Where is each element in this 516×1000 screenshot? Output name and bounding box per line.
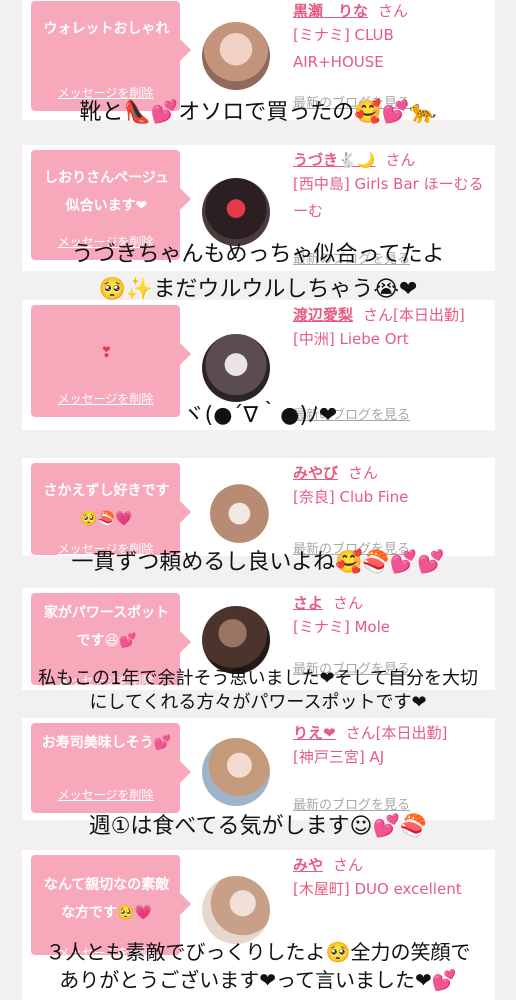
overlay-caption: ありがとうございます❤って言いました❤💕 bbox=[59, 968, 457, 992]
profile-name-link[interactable]: 黒瀬 りな bbox=[293, 2, 368, 20]
message-card: お寿司美味しそう💕 メッセージを削除 りえ❤ さん[本日出勤] [神戸三宮] AJ… bbox=[22, 718, 495, 820]
profile-info: りえ❤ さん[本日出勤] [神戸三宮] AJ bbox=[293, 722, 489, 771]
message-text: お寿司美味しそう💕 bbox=[41, 735, 172, 751]
honorific: さん bbox=[378, 2, 409, 20]
avatar[interactable] bbox=[202, 483, 270, 551]
overlay-caption: 週①は食べてる気がします☺💕🍣 bbox=[88, 814, 428, 839]
delete-message-link[interactable]: メッセージを削除 bbox=[31, 786, 180, 803]
shop-name: [ミナミ] CLUB AIR+HOUSE bbox=[293, 26, 394, 71]
overlay-caption: ヾ(●´∇｀●)ﾉ❤ bbox=[182, 403, 338, 428]
profile-name-link[interactable]: みやび bbox=[293, 464, 338, 482]
message-bubble: ウォレットおしゃれ メッセージを削除 bbox=[31, 1, 191, 111]
shop-name: [中洲] Liebe Ort bbox=[293, 330, 409, 348]
working-today-badge: [本日出勤] bbox=[375, 724, 448, 742]
profile-info: みや さん [木屋町] DUO excellent bbox=[293, 854, 489, 903]
overlay-caption: にしてくれる方々がパワースポットです❤ bbox=[89, 692, 427, 713]
message-text: さかえずし好きです🥺🍣💗 bbox=[43, 483, 170, 527]
shop-name: [奈良] Club Fine bbox=[293, 488, 409, 506]
honorific: さん bbox=[363, 306, 394, 324]
profile-info: みやび さん [奈良] Club Fine bbox=[293, 462, 489, 511]
message-bubble: さかえずし好きです🥺🍣💗 メッセージを削除 bbox=[31, 463, 191, 556]
overlay-caption: 靴と👠💕オソロで買ったの🥰💕🐆 bbox=[79, 100, 437, 125]
message-text: ❣ bbox=[100, 345, 113, 361]
working-today-badge: [本日出勤] bbox=[393, 306, 465, 324]
honorific: さん bbox=[333, 856, 364, 874]
message-text: なんて親切なの素敵な方です🥺💗 bbox=[43, 877, 170, 921]
overlay-caption: 一貫ずつ頼めるし良いよね🥰🍣💕💕 bbox=[71, 550, 445, 575]
message-text: しおりさんページュ似合います❤ bbox=[44, 170, 169, 214]
message-text: ウォレットおしゃれ bbox=[43, 21, 170, 37]
shop-name: [ミナミ] Mole bbox=[293, 618, 390, 636]
shop-name: [木屋町] DUO excellent bbox=[293, 880, 462, 898]
overlay-caption: 私もこの1年で余計そう思いました❤そして自分を大切 bbox=[38, 668, 478, 689]
message-card: さかえずし好きです🥺🍣💗 メッセージを削除 みやび さん [奈良] Club Fi… bbox=[22, 458, 495, 557]
avatar[interactable] bbox=[202, 876, 270, 944]
profile-info: 渡辺愛梨 さん[本日出勤] [中洲] Liebe Ort bbox=[293, 304, 489, 353]
honorific: さん bbox=[385, 151, 416, 169]
message-text: 家がパワースポットです😆💕 bbox=[43, 605, 170, 649]
overlay-caption: うづきちゃんもめっちゃ似合ってたよ bbox=[71, 242, 445, 267]
avatar[interactable] bbox=[202, 22, 270, 90]
honorific: さん bbox=[348, 464, 379, 482]
profile-name-link[interactable]: さよ bbox=[293, 594, 323, 612]
avatar[interactable] bbox=[202, 738, 270, 806]
profile-info: うづき🐇🌙 さん [西中島] Girls Bar ほーむるーむ bbox=[293, 149, 489, 225]
message-bubble: お寿司美味しそう💕 メッセージを削除 bbox=[31, 723, 191, 813]
overlay-caption: 🥺✨まだウルウルしちゃう😭❤ bbox=[98, 277, 418, 302]
honorific: さん bbox=[345, 724, 376, 742]
avatar[interactable] bbox=[202, 178, 270, 246]
profile-name-link[interactable]: みや bbox=[293, 856, 323, 874]
honorific: さん bbox=[333, 594, 364, 612]
profile-name-link[interactable]: りえ❤ bbox=[293, 724, 336, 742]
profile-name-link[interactable]: うづき🐇🌙 bbox=[293, 151, 375, 169]
avatar[interactable] bbox=[202, 606, 270, 674]
profile-name-link[interactable]: 渡辺愛梨 bbox=[293, 306, 353, 324]
profile-info: さよ さん [ミナミ] Mole bbox=[293, 592, 489, 641]
shop-name: [西中島] Girls Bar ほーむるーむ bbox=[293, 175, 484, 220]
shop-name: [神戸三宮] AJ bbox=[293, 748, 385, 766]
profile-info: 黒瀬 りな さん [ミナミ] CLUB AIR+HOUSE bbox=[293, 0, 489, 76]
avatar[interactable] bbox=[202, 334, 270, 402]
